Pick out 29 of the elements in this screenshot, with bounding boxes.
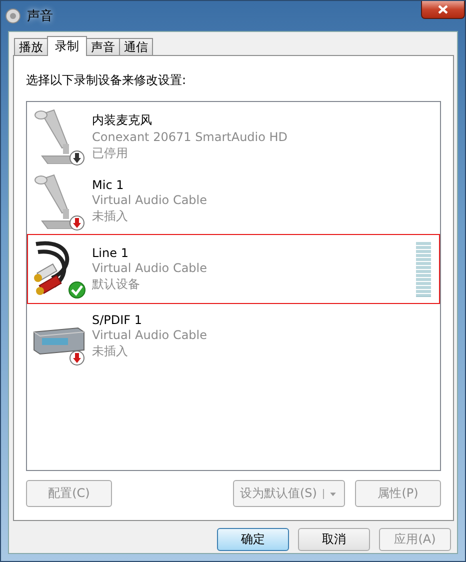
close-button[interactable] [421,1,465,19]
tab[interactable]: 录制 [47,36,87,56]
tab[interactable]: 播放 [14,38,48,55]
caret-icon [322,488,338,498]
device-driver: Virtual Audio Cable [92,260,208,274]
button[interactable]: 取消 [298,528,370,551]
instruction-text: 选择以下录制设备来修改设置: [26,72,188,89]
device-status: 未插入 [92,208,129,225]
check-icon [68,281,86,299]
device-status: 默认设备 [92,276,141,292]
device-status: 已停用 [92,144,129,162]
tab[interactable]: 声音 [86,38,120,55]
tab[interactable]: 通信 [119,38,153,55]
device-item[interactable]: Line 1 Virtual Audio Cable 默认设备 [27,234,440,304]
receiver-icon [32,326,86,354]
device-driver: Virtual Audio Cable [92,193,208,207]
device-driver: Virtual Audio Cable [92,328,208,342]
device-name: 内装麦克风 [92,112,153,128]
device-status: 未插入 [92,343,129,360]
window-title: 声音 [27,8,53,25]
close-icon [438,5,448,14]
device-item[interactable]: S/PDIF 1 Virtual Audio Cable 未插入 [27,304,440,369]
button[interactable]: 确定 [217,528,289,551]
device-driver: Conexant 20671 SmartAudio HD [92,130,289,144]
device-name: S/PDIF 1 [92,313,144,327]
device-item[interactable]: 内装麦克风 Conexant 20671 SmartAudio HD 已停用 [27,104,440,169]
device-item[interactable]: Mic 1 Virtual Audio Cable 未插入 [27,169,440,234]
device-name: Mic 1 [92,178,125,192]
device-name: Line 1 [92,246,130,260]
